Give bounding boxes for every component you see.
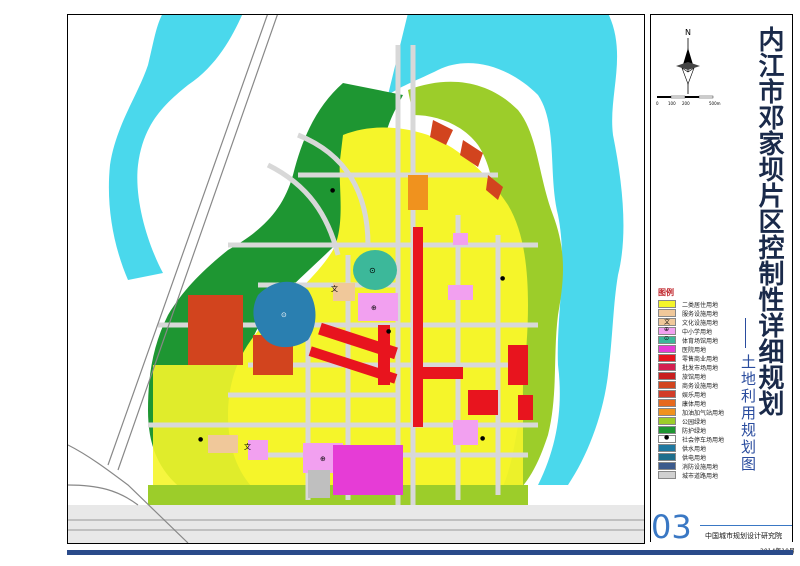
legend-symbol: ● <box>664 434 670 441</box>
scale-tick-2: 200 <box>682 101 690 106</box>
legend-label: 消防设施用地 <box>682 463 719 471</box>
legend-item: ⊕ 中小学用地 <box>658 326 738 336</box>
river-west <box>108 15 243 280</box>
legend-label: 康体用地 <box>682 400 707 408</box>
parking-symbol-1: ● <box>330 187 335 194</box>
legend-label: 城市道路用地 <box>682 472 719 480</box>
legend-item: 供电用地 <box>658 453 738 462</box>
school-symbol: ⊕ <box>371 304 377 312</box>
legend-swatch <box>658 471 676 479</box>
plan-subtitle: 土地利用规划图 <box>739 354 757 473</box>
legend-swatch <box>658 300 676 308</box>
legend-swatch <box>658 399 676 407</box>
legend-symbol: 文 <box>664 319 671 326</box>
legend-item: ⊙ 体育场馆用地 <box>658 335 738 345</box>
legend-label: 二类居住用地 <box>682 301 719 309</box>
sheet-number: 03 <box>651 508 692 546</box>
parking-symbol-5: ● <box>198 436 203 443</box>
legend-item: 零售商业用地 <box>658 354 738 363</box>
legend-label: 文化设施用地 <box>682 319 719 327</box>
legend-item: 娱乐用地 <box>658 390 738 399</box>
legend-label: 商务设施用地 <box>682 382 719 390</box>
legend-swatch <box>658 363 676 371</box>
map-frame: 文 文 ⊕ ⊕ ⊙ ⊙ ● ● ● ● ● <box>67 14 645 544</box>
legend: 二类居住用地 服务设施用地文 文化设施用地 ⊕ 中小学用地 ⊙ 体育场馆用地 医院用地 零售商业… <box>658 300 738 480</box>
culture-symbol: 文 <box>331 284 338 293</box>
legend-item: 旅馆用地 <box>658 372 738 381</box>
legend-label: 体育场馆用地 <box>682 337 719 345</box>
parking-land <box>308 470 330 498</box>
service-land <box>208 435 238 453</box>
legend-label: 零售商业用地 <box>682 355 719 363</box>
gas-station-land <box>408 175 428 210</box>
stadium-symbol: ⊙ <box>369 266 376 275</box>
legend-swatch <box>658 354 676 362</box>
legend-title: 图例 <box>658 288 674 297</box>
legend-label: 公园绿地 <box>682 418 707 426</box>
legend-swatch <box>658 453 676 461</box>
legend-symbol: ⊕ <box>664 326 670 333</box>
legend-label: 旅馆用地 <box>682 373 707 381</box>
legend-swatch <box>658 372 676 380</box>
legend-item: 康体用地 <box>658 399 738 408</box>
legend-label: 医院用地 <box>682 346 707 354</box>
business-land-west <box>188 295 243 365</box>
title-divider <box>745 318 746 348</box>
legend-item: 供水用地 <box>658 444 738 453</box>
north-arrow-icon: N <box>676 28 700 94</box>
legend-item: 消防设施用地 <box>658 462 738 471</box>
legend-label: 娱乐用地 <box>682 391 707 399</box>
legend-swatch <box>658 345 676 353</box>
legend-item: 批发市场用地 <box>658 363 738 372</box>
legend-swatch <box>658 309 676 317</box>
legend-item: 加油加气站用地 <box>658 408 738 417</box>
legend-symbol: ⊙ <box>664 335 670 342</box>
legend-label: 服务设施用地 <box>682 310 719 318</box>
legend-label: 社会停车场用地 <box>682 436 725 444</box>
scale-bar: 0 100 200 500m <box>656 95 721 106</box>
footer-divider <box>700 525 792 526</box>
legend-label: 加油加气站用地 <box>682 409 725 417</box>
legend-label: 供电用地 <box>682 454 707 462</box>
legend-swatch: ⊕ <box>658 326 676 335</box>
legend-swatch <box>658 408 676 416</box>
culture-symbol-2: 文 <box>244 442 251 451</box>
legend-swatch: ● <box>658 434 676 443</box>
land-use-map: 文 文 ⊕ ⊕ ⊙ ⊙ ● ● ● ● ● <box>68 15 644 543</box>
north-label: N <box>685 28 691 37</box>
legend-item: 服务设施用地 <box>658 309 738 318</box>
legend-swatch <box>658 444 676 452</box>
legend-item: 城市道路用地 <box>658 471 738 480</box>
parking-symbol-2: ● <box>500 275 505 282</box>
footer-bar <box>67 550 793 555</box>
hospital-land <box>333 445 403 495</box>
legend-label: 中小学用地 <box>682 328 713 336</box>
parking-symbol-4: ● <box>480 435 485 442</box>
parking-symbol-3: ● <box>386 328 391 335</box>
legend-swatch <box>658 390 676 398</box>
legend-swatch: 文 <box>658 318 676 326</box>
scale-tick-0: 0 <box>656 101 659 106</box>
legend-swatch <box>658 417 676 425</box>
legend-item: 商务设施用地 <box>658 381 738 390</box>
water-symbol: ⊙ <box>281 311 287 319</box>
legend-swatch: ⊙ <box>658 335 676 344</box>
legend-label: 防护绿地 <box>682 427 707 435</box>
legend-item: 二类居住用地 <box>658 300 738 309</box>
legend-item: 防护绿地 <box>658 426 738 435</box>
legend-label: 批发市场用地 <box>682 364 719 372</box>
legend-swatch <box>658 462 676 470</box>
legend-item: 医院用地 <box>658 345 738 354</box>
organization-name: 中国城市规划设计研究院 <box>705 532 782 540</box>
scale-tick-4: 500m <box>709 101 721 106</box>
legend-label: 供水用地 <box>682 445 707 453</box>
legend-item: 文 文化设施用地 <box>658 318 738 327</box>
school-symbol-2: ⊕ <box>320 455 326 463</box>
legend-swatch <box>658 381 676 389</box>
legend-item: ● 社会停车场用地 <box>658 434 738 444</box>
scale-tick-1: 100 <box>668 101 676 106</box>
legend-swatch <box>658 426 676 434</box>
legend-item: 公园绿地 <box>658 417 738 426</box>
